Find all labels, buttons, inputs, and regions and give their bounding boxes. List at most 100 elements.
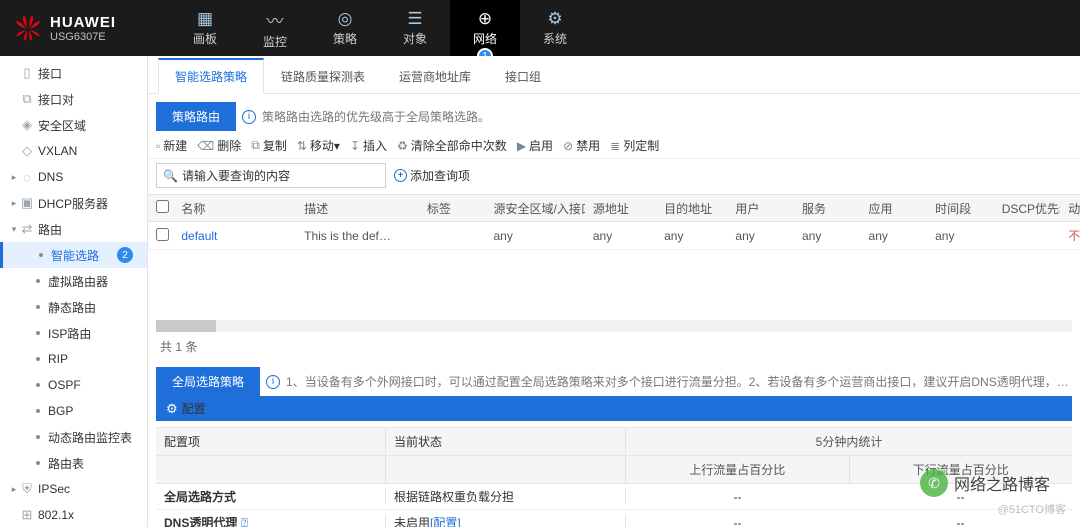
- table-row[interactable]: default This is the def… any any any any…: [148, 222, 1080, 250]
- sidebar-label: VXLAN: [38, 144, 77, 158]
- col-header-1[interactable]: 描述: [296, 200, 419, 217]
- sidebar-item-14[interactable]: 动态路由监控表: [0, 424, 147, 450]
- toolbar-label: 删除: [217, 137, 241, 154]
- col-header-3[interactable]: 源安全区域/入接口: [486, 200, 585, 217]
- sidebar-item-0[interactable]: ▯接口: [0, 60, 147, 86]
- sidebar-item-16[interactable]: ▸⛨IPSec: [0, 476, 147, 502]
- col-up-pct: 上行流量占百分比: [626, 456, 850, 483]
- toolbar-icon: ⇅: [297, 139, 307, 153]
- toolbar-btn-7[interactable]: ⊘禁用: [563, 137, 600, 154]
- toolbar-label: 复制: [263, 137, 287, 154]
- nav-item-3[interactable]: ☰对象: [380, 0, 450, 56]
- sidebar-item-11[interactable]: RIP: [0, 346, 147, 372]
- toolbar-btn-6[interactable]: ▶启用: [517, 137, 553, 154]
- row-src: any: [486, 229, 585, 243]
- sidebar-item-1[interactable]: ⧉接口对: [0, 86, 147, 112]
- sidebar-icon: ▣: [18, 195, 36, 211]
- sidebar-item-4[interactable]: ▸◌DNS: [0, 164, 147, 190]
- toolbar-btn-8[interactable]: ≣列定制: [610, 137, 659, 154]
- row-checkbox[interactable]: [156, 228, 169, 241]
- add-query-button[interactable]: + 添加查询项: [394, 167, 470, 184]
- sidebar-icon: ⛨: [18, 481, 36, 497]
- row-app: any: [861, 229, 928, 243]
- wechat-icon: ✆: [920, 469, 948, 497]
- wechat-text: 网络之路博客: [954, 471, 1050, 495]
- h-scrollbar[interactable]: [156, 320, 1072, 332]
- col-header-11[interactable]: 动: [1060, 200, 1080, 217]
- sidebar-label: 安全区域: [38, 117, 86, 134]
- nav-item-5[interactable]: ⚙系统: [520, 0, 590, 56]
- tab-3[interactable]: 接口组: [488, 59, 558, 93]
- search-input[interactable]: 🔍 请输入要查询的内容: [156, 163, 386, 188]
- nav-item-4[interactable]: ⊕网络1: [450, 0, 520, 56]
- sidebar-label: 智能选路: [51, 247, 99, 264]
- col-header-0[interactable]: 名称: [173, 200, 296, 217]
- col-header-10[interactable]: DSCP优先级: [994, 200, 1061, 217]
- info-icon: i: [266, 375, 280, 389]
- sidebar-item-8[interactable]: 虚拟路由器: [0, 268, 147, 294]
- col-header-5[interactable]: 目的地址: [656, 200, 727, 217]
- col-header-2[interactable]: 标签: [419, 200, 486, 217]
- nav-label: 系统: [543, 30, 567, 47]
- bullet-icon: [36, 331, 40, 335]
- col-status: 当前状态: [386, 428, 626, 455]
- tab-1[interactable]: 链路质量探测表: [264, 59, 382, 93]
- nav-icon: ⊕: [478, 9, 492, 29]
- select-all-checkbox[interactable]: [156, 200, 169, 213]
- sidebar-item-6[interactable]: ▾⇄路由: [0, 216, 147, 242]
- caret-icon: ▸: [10, 172, 18, 183]
- toolbar-btn-0[interactable]: ▫新建: [156, 137, 187, 154]
- sidebar-item-13[interactable]: BGP: [0, 398, 147, 424]
- nav-item-0[interactable]: ▦画板: [170, 0, 240, 56]
- toolbar-btn-1[interactable]: ⌫删除: [197, 137, 241, 154]
- sidebar-item-3[interactable]: ◇VXLAN: [0, 138, 147, 164]
- sidebar-item-9[interactable]: 静态路由: [0, 294, 147, 320]
- col-header-8[interactable]: 应用: [861, 200, 928, 217]
- sidebar-label: 接口: [38, 65, 62, 82]
- sidebar-item-12[interactable]: OSPF: [0, 372, 147, 398]
- config-bar[interactable]: ⚙ 配置: [156, 396, 1072, 421]
- config-link[interactable]: [配置]: [430, 516, 461, 527]
- toolbar-label: 列定制: [623, 137, 659, 154]
- cfg-key: DNS透明代理: [164, 516, 237, 527]
- sidebar-item-15[interactable]: 路由表: [0, 450, 147, 476]
- col-header-7[interactable]: 服务: [794, 200, 861, 217]
- sidebar-item-2[interactable]: ◈安全区域: [0, 112, 147, 138]
- col-header-6[interactable]: 用户: [727, 200, 794, 217]
- sidebar-label: 静态路由: [48, 299, 96, 316]
- nav-item-2[interactable]: ◎策略: [310, 0, 380, 56]
- toolbar: ▫新建 ⌫删除 ⧉复制 ⇅移动▾ ↧插入 ♻清除全部命中次数 ▶启用 ⊘禁用 ≣列定制: [148, 131, 1080, 159]
- row-count: 共 1 条: [148, 332, 1080, 361]
- sidebar-icon: ◇: [18, 143, 36, 159]
- nav-icon: ◎: [338, 9, 353, 29]
- toolbar-btn-3[interactable]: ⇅移动▾: [297, 137, 340, 154]
- row-action: 不: [1060, 227, 1080, 244]
- sidebar-icon: ⧉: [18, 91, 36, 107]
- sidebar-item-17[interactable]: ⊞802.1x: [0, 502, 147, 527]
- toolbar-btn-2[interactable]: ⧉复制: [251, 137, 287, 154]
- bullet-icon: [36, 357, 40, 361]
- help-icon[interactable]: ⍰: [241, 516, 248, 527]
- sidebar-item-5[interactable]: ▸▣DHCP服务器: [0, 190, 147, 216]
- toolbar-btn-4[interactable]: ↧插入: [350, 137, 387, 154]
- col-header-9[interactable]: 时间段: [927, 200, 994, 217]
- col-header-4[interactable]: 源地址: [585, 200, 656, 217]
- sidebar-item-7[interactable]: 智能选路2: [0, 242, 147, 268]
- toolbar-btn-5[interactable]: ♻清除全部命中次数: [397, 137, 507, 154]
- toolbar-icon: ⊘: [563, 139, 573, 153]
- tab-0[interactable]: 智能选路策略: [158, 58, 264, 94]
- scrollbar-thumb[interactable]: [156, 320, 216, 332]
- logo-block: HUAWEI USG6307E: [0, 14, 170, 43]
- sidebar-item-10[interactable]: ISP路由: [0, 320, 147, 346]
- sidebar-label: 路由表: [48, 455, 84, 472]
- tab-2[interactable]: 运营商地址库: [382, 59, 488, 93]
- add-query-label: 添加查询项: [410, 167, 470, 184]
- caret-icon: ▸: [10, 484, 18, 495]
- toolbar-label: 插入: [363, 137, 387, 154]
- sidebar-label: 接口对: [38, 91, 74, 108]
- nav-item-1[interactable]: 〰监控: [240, 0, 310, 56]
- nav-icon: ⚙: [547, 9, 562, 29]
- sidebar: ▯接口⧉接口对◈安全区域◇VXLAN▸◌DNS▸▣DHCP服务器▾⇄路由智能选路…: [0, 56, 148, 527]
- caret-icon: ▾: [10, 224, 18, 235]
- row-name-link[interactable]: default: [181, 229, 217, 243]
